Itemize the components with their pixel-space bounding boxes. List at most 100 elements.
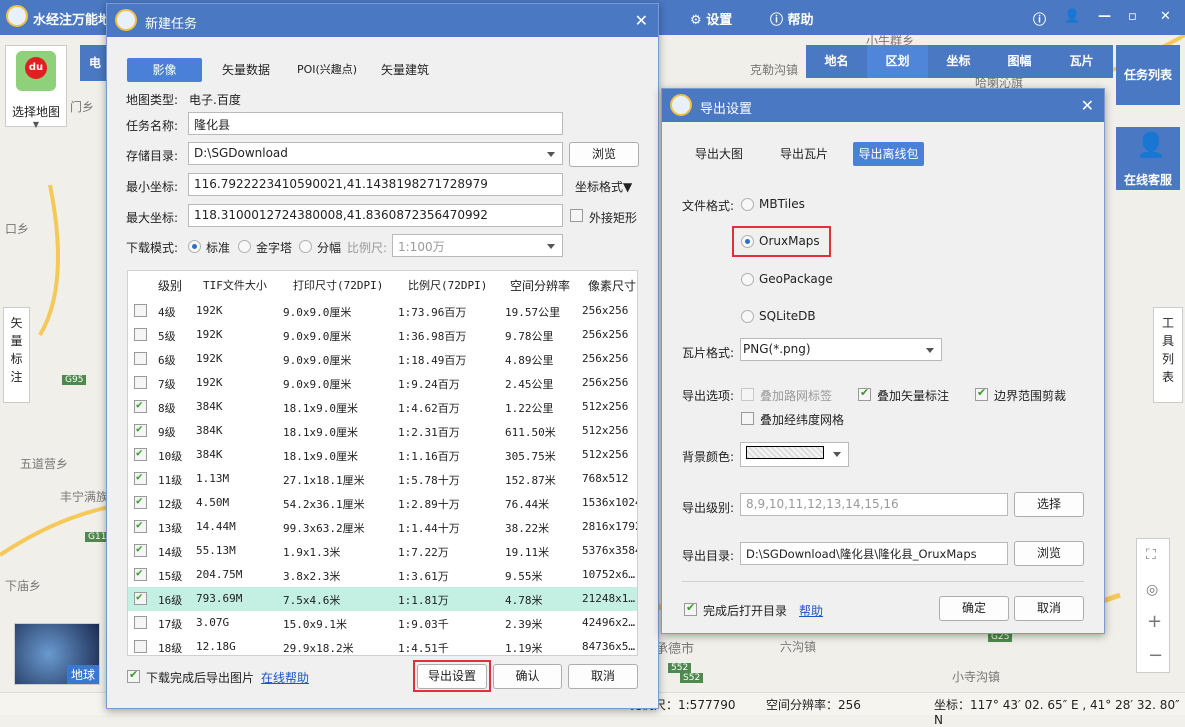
road-labels-checkbox[interactable] (741, 388, 754, 401)
fullscreen-icon[interactable]: ⛶ (1146, 547, 1156, 563)
earth-view-toggle[interactable]: 地球 (14, 623, 100, 685)
tool-list-panel-toggle[interactable]: 工具列表 (1153, 307, 1183, 403)
tab-imagery[interactable]: 影像 (127, 58, 202, 82)
level-checkbox[interactable] (134, 352, 147, 365)
help-button[interactable]: ⓘ 帮助 (770, 9, 814, 28)
table-row[interactable]: 16级793.69M7.5x4.6米1:1.81万4.78米21248x1… (128, 587, 637, 611)
table-row[interactable]: 5级192K9.0x9.0厘米1:36.98百万9.78公里256x256 (128, 323, 637, 347)
boundary-clip-checkbox[interactable] (975, 388, 988, 401)
open-dir-after-checkbox[interactable] (684, 603, 697, 616)
tool-district[interactable]: 区划 (867, 45, 928, 78)
export-settings-button[interactable]: 导出设置 (417, 664, 487, 689)
tab-vector-building[interactable]: 矢量建筑 (375, 58, 435, 82)
table-row[interactable]: 17级3.07G15.0x9.1米1:9.03千2.39米42496x2… (128, 611, 637, 635)
level-checkbox[interactable] (134, 544, 147, 557)
open-dir-after-label: 完成后打开目录 (703, 602, 787, 619)
close-icon[interactable]: ✕ (1160, 9, 1171, 24)
export-levels-input[interactable]: 8,9,10,11,12,13,14,15,16 (740, 493, 1008, 516)
task-list-button[interactable]: 任务列表 (1116, 45, 1180, 105)
close-icon[interactable]: ✕ (635, 11, 648, 30)
online-help-link[interactable]: 在线帮助 (261, 669, 309, 686)
cancel-button[interactable]: 取消 (568, 664, 638, 689)
scale-select[interactable]: 1:100万 (392, 234, 563, 257)
tab-vector-data[interactable]: 矢量数据 (211, 58, 281, 82)
level-checkbox[interactable] (134, 592, 147, 605)
minimize-icon[interactable]: — (1098, 9, 1111, 24)
level-checkbox[interactable] (134, 376, 147, 389)
ok-button[interactable]: 确定 (939, 596, 1009, 621)
cell-size: 1.13M (196, 472, 229, 485)
task-name-input[interactable]: 隆化县 (188, 112, 563, 135)
vector-annotation-checkbox[interactable] (858, 388, 871, 401)
maximize-icon[interactable]: ▫ (1128, 9, 1137, 24)
tool-coordinate[interactable]: 坐标 (928, 45, 989, 78)
format-sqlitedb-radio[interactable] (741, 310, 754, 323)
level-checkbox[interactable] (134, 424, 147, 437)
export-after-download-checkbox[interactable] (127, 670, 140, 683)
info-icon[interactable]: ⓘ (1033, 9, 1046, 28)
format-oruxmaps-radio[interactable] (741, 235, 754, 248)
cell-level: 17级 (158, 616, 182, 632)
table-row[interactable]: 12级4.50M54.2x36.1厘米1:2.89十万76.44米1536x10… (128, 491, 637, 515)
table-row[interactable]: 11级1.13M27.1x18.1厘米1:5.78十万152.87米768x51… (128, 467, 637, 491)
level-checkbox[interactable] (134, 400, 147, 413)
online-service-button[interactable]: 👤 在线客服 (1116, 127, 1180, 190)
max-coord-input[interactable]: 118.3100012724380008,41.8360872356470992 (188, 204, 563, 227)
table-row[interactable]: 10级384K18.1x9.0厘米1:1.16百万305.75米512x256 (128, 443, 637, 467)
level-checkbox[interactable] (134, 328, 147, 341)
select-levels-button[interactable]: 选择 (1014, 492, 1084, 517)
format-sqlitedb-label: SQLiteDB (759, 309, 816, 323)
zoom-out-button[interactable]: − (1148, 645, 1163, 666)
format-mbtiles-radio[interactable] (741, 198, 754, 211)
zoom-controls: ⛶ ◎ + − (1136, 538, 1170, 673)
table-row[interactable]: 6级192K9.0x9.0厘米1:18.49百万4.89公里256x256 (128, 347, 637, 371)
table-row[interactable]: 18级12.18G29.9x18.2米1:4.51千1.19米84736x5… (128, 635, 637, 656)
table-row[interactable]: 9级384K18.1x9.0厘米1:2.31百万611.50米512x256 (128, 419, 637, 443)
table-row[interactable]: 13级14.44M99.3x63.2厘米1:1.44十万38.22米2816x1… (128, 515, 637, 539)
help-link[interactable]: 帮助 (799, 602, 823, 619)
level-checkbox[interactable] (134, 640, 147, 653)
level-checkbox[interactable] (134, 568, 147, 581)
tile-format-select[interactable]: PNG(*.png) (740, 338, 942, 361)
browse-button[interactable]: 浏览 (569, 142, 639, 167)
storage-dir-select[interactable]: D:\SGDownload (188, 142, 563, 165)
tool-tile[interactable]: 瓦片 (1050, 45, 1113, 78)
cancel-button[interactable]: 取消 (1014, 596, 1084, 621)
lat-lon-grid-checkbox[interactable] (741, 412, 754, 425)
min-coord-input[interactable]: 116.7922223410590021,41.1438198271728979 (188, 173, 563, 196)
user-icon[interactable]: 👤 (1064, 9, 1080, 24)
bg-color-picker[interactable] (740, 442, 849, 467)
format-geopackage-radio[interactable] (741, 273, 754, 286)
mode-standard-radio[interactable] (188, 240, 201, 253)
mode-pyramid-radio[interactable] (238, 240, 251, 253)
coord-format-dropdown[interactable]: 坐标格式▼ (575, 178, 632, 195)
locate-icon[interactable]: ◎ (1146, 582, 1158, 598)
table-row[interactable]: 4级192K9.0x9.0厘米1:73.96百万19.57公里256x256 (128, 299, 637, 323)
confirm-button[interactable]: 确认 (493, 664, 562, 689)
mode-sheet-radio[interactable] (299, 240, 312, 253)
table-row[interactable]: 8级384K18.1x9.0厘米1:4.62百万1.22公里512x256 (128, 395, 637, 419)
select-map-button[interactable]: du 选择地图 ▼ (5, 45, 67, 127)
level-checkbox[interactable] (134, 448, 147, 461)
level-checkbox[interactable] (134, 304, 147, 317)
table-row[interactable]: 7级192K9.0x9.0厘米1:9.24百万2.45公里256x256 (128, 371, 637, 395)
settings-button[interactable]: ⚙ 设置 (690, 9, 732, 28)
tab-export-tiles[interactable]: 导出瓦片 (769, 142, 839, 166)
zoom-in-button[interactable]: + (1147, 611, 1162, 632)
close-icon[interactable]: ✕ (1081, 96, 1094, 115)
browse-button[interactable]: 浏览 (1014, 541, 1084, 566)
tool-place-name[interactable]: 地名 (806, 45, 867, 78)
tool-sheet[interactable]: 图幅 (989, 45, 1050, 78)
level-checkbox[interactable] (134, 520, 147, 533)
level-checkbox[interactable] (134, 616, 147, 629)
table-row[interactable]: 15级204.75M3.8x2.3米1:3.61万9.55米10752x6… (128, 563, 637, 587)
table-row[interactable]: 14级55.13M1.9x1.3米1:7.22万19.11米5376x3584 (128, 539, 637, 563)
bounding-rect-checkbox[interactable] (570, 209, 583, 222)
export-dir-input[interactable]: D:\SGDownload\隆化县\隆化县_OruxMaps (740, 542, 1008, 565)
vector-annotation-panel-toggle[interactable]: 矢量标注 (3, 307, 30, 403)
level-checkbox[interactable] (134, 472, 147, 485)
tab-poi[interactable]: POI(兴趣点) (287, 58, 367, 82)
tab-export-large-image[interactable]: 导出大图 (684, 142, 754, 166)
level-checkbox[interactable] (134, 496, 147, 509)
tab-export-offline-package[interactable]: 导出离线包 (853, 142, 924, 166)
